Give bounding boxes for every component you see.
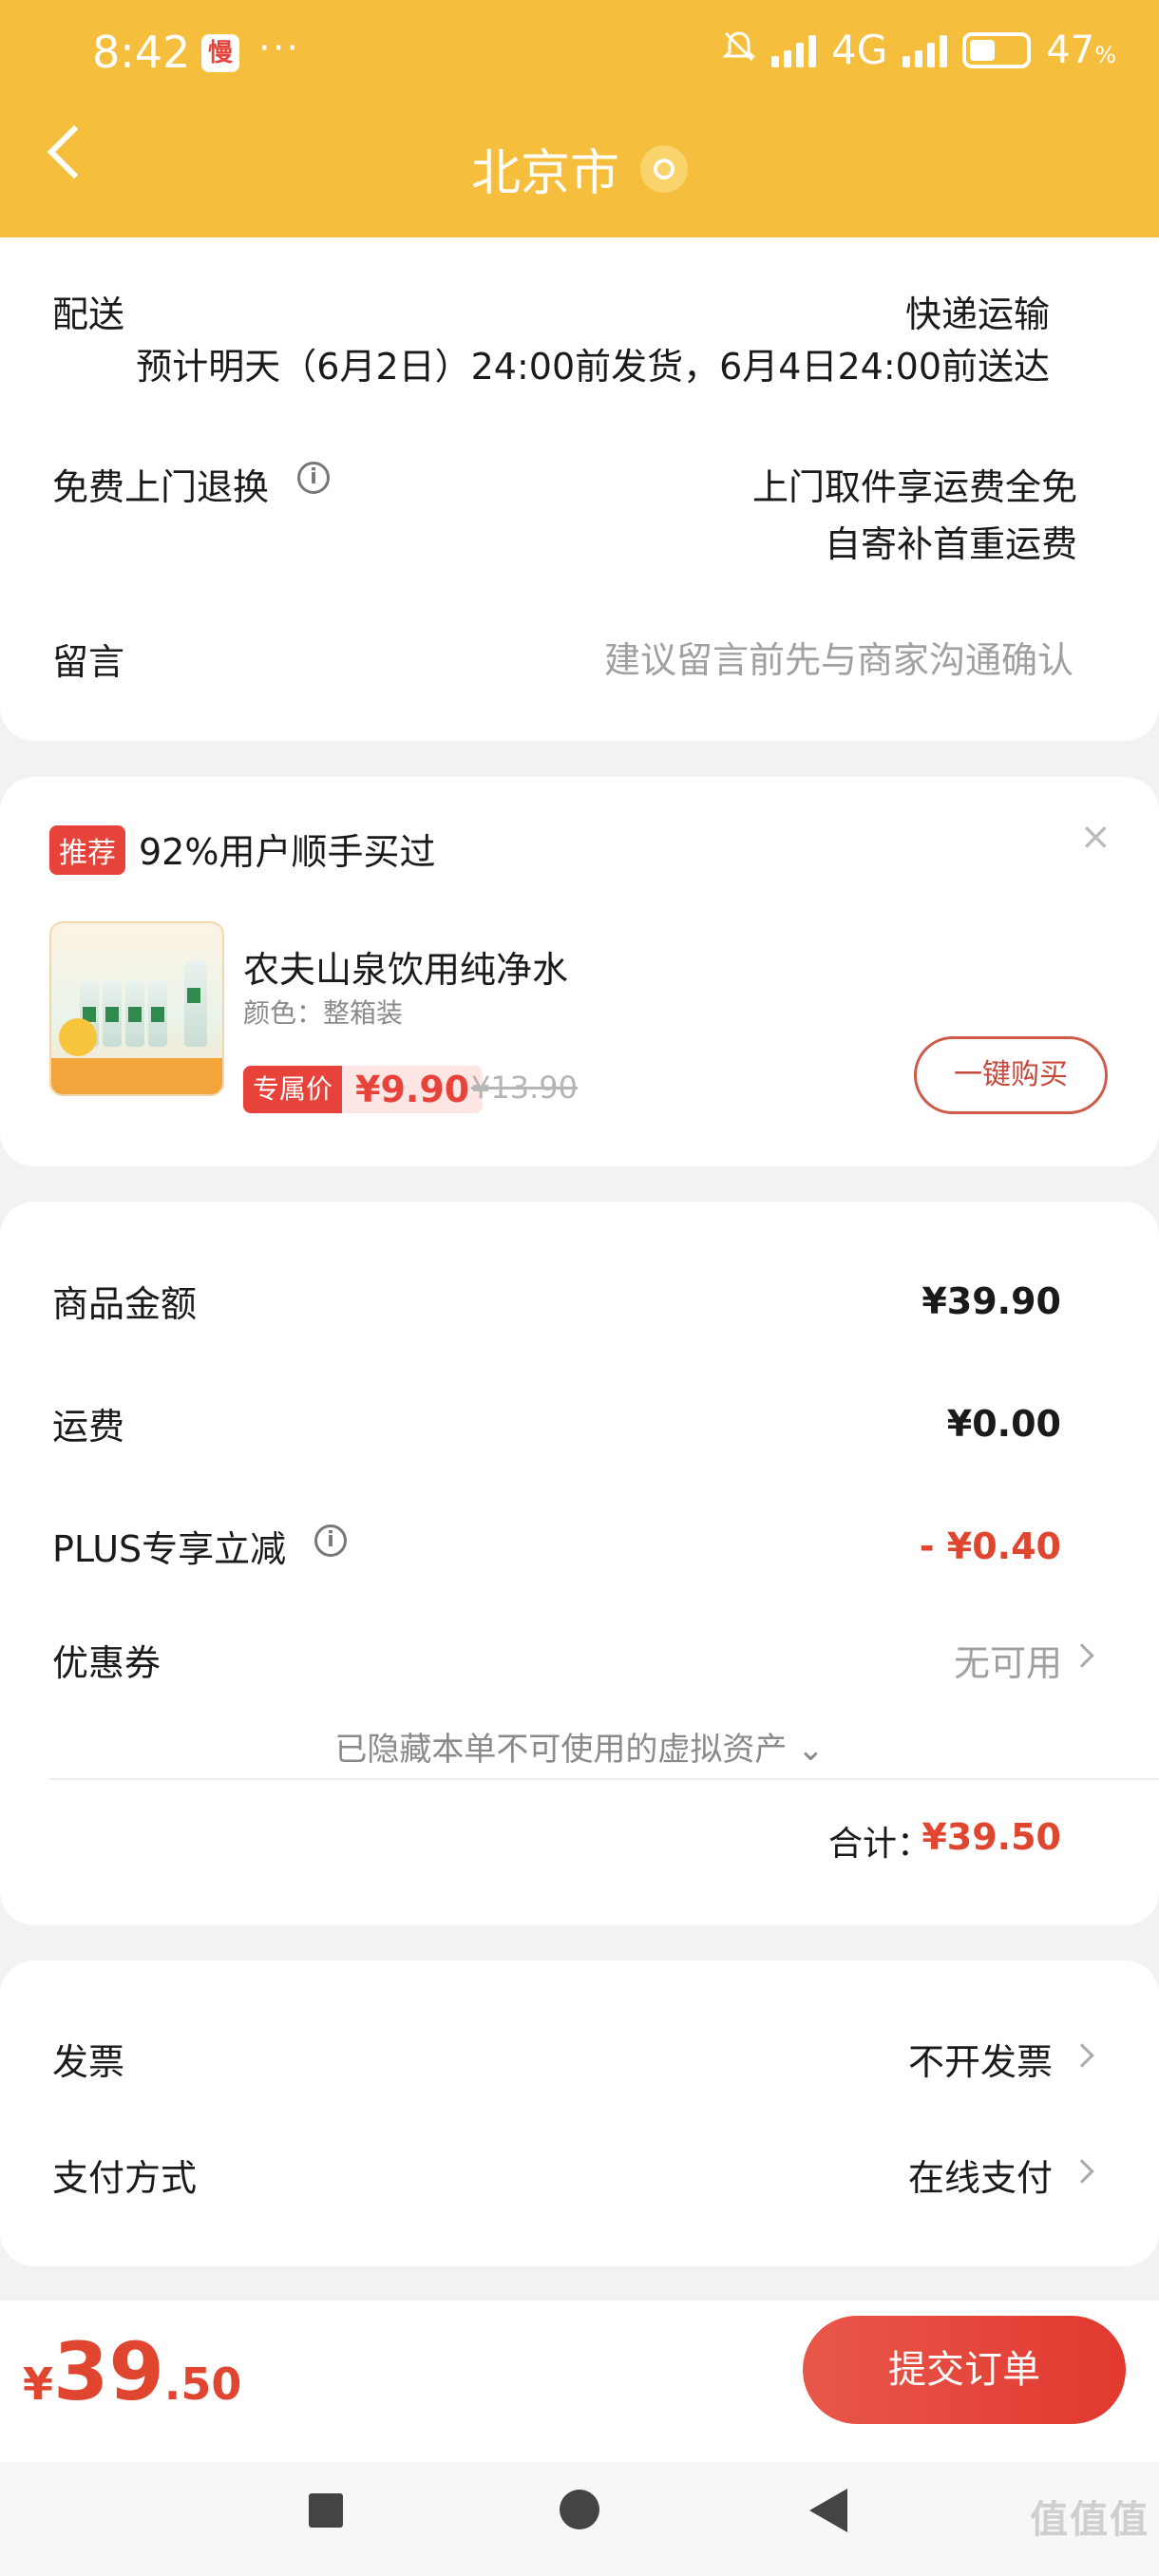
total-label: 合计： [827, 1825, 931, 1864]
submit-order-button[interactable]: 提交订单 [803, 2316, 1126, 2424]
message-label: 留言 [52, 641, 125, 683]
return-line2: 自寄补首重运费 [824, 523, 1077, 565]
coupon-value[interactable]: 无可用 [954, 1634, 1062, 1686]
divider [49, 1778, 1159, 1780]
battery-icon [962, 31, 1032, 68]
mute-icon [722, 27, 756, 73]
signal-icon-2 [902, 33, 948, 67]
goods-amount-label: 商品金额 [52, 1283, 198, 1325]
invoice-label: 发票 [52, 2041, 125, 2083]
product-name[interactable]: 农夫山泉饮用纯净水 [243, 940, 568, 993]
back-icon[interactable] [809, 2489, 847, 2532]
status-indicators: 4G 47% [722, 27, 1116, 73]
price-label: 专属价 [243, 1066, 343, 1113]
payment-label: 支付方式 [52, 2157, 198, 2199]
shipping-label: 运费 [52, 1406, 125, 1448]
total-value: ¥39.50 [922, 1816, 1061, 1858]
original-price: ¥13.90 [471, 1070, 578, 1106]
notification-app-icon: 慢 [201, 34, 239, 72]
page-title: 北京市 [0, 133, 1159, 204]
recent-apps-icon[interactable] [309, 2493, 343, 2528]
hidden-assets-toggle[interactable]: 已隐藏本单不可使用的虚拟资产 ⌄ [0, 1723, 1159, 1770]
more-notifications-icon: ··· [258, 27, 301, 70]
home-icon[interactable] [560, 2490, 599, 2529]
coupon-label: 优惠券 [52, 1642, 162, 1684]
product-spec: 颜色：整箱装 [243, 997, 404, 1029]
recommend-tag: 推荐 [49, 825, 125, 875]
goods-amount-value: ¥39.90 [922, 1280, 1061, 1322]
shipping-value: ¥0.00 [946, 1403, 1061, 1445]
one-click-buy-button[interactable]: 一键购买 [914, 1036, 1108, 1114]
status-time: 8:42 [92, 27, 191, 78]
return-line1: 上门取件享运费全免 [751, 466, 1077, 508]
delivery-label: 配送 [52, 294, 125, 335]
info-icon[interactable]: i [297, 462, 330, 494]
plus-discount-value: - ¥0.40 [919, 1525, 1061, 1567]
delivery-estimate: 预计明天（6月2日）24:00前发货，6月4日24:00前送达 [136, 346, 1050, 388]
battery-percent: 47% [1046, 28, 1116, 72]
invoice-value[interactable]: 不开发票 [908, 2033, 1053, 2085]
network-type: 4G [831, 27, 888, 73]
info-icon[interactable]: i [314, 1525, 347, 1557]
location-icon[interactable] [640, 144, 688, 193]
delivery-method[interactable]: 快递运输 [905, 285, 1050, 337]
product-thumbnail[interactable] [49, 921, 224, 1096]
plus-discount-label: PLUS专享立减 [52, 1528, 287, 1570]
signal-icon [771, 33, 816, 67]
exclusive-price: 专属价 ¥9.90 [243, 1066, 484, 1113]
free-return-label: 免费上门退换 [52, 466, 270, 508]
options-card [0, 1960, 1159, 2266]
watermark: 值值值 [1030, 2498, 1150, 2542]
city-title: 北京市 [470, 145, 619, 202]
close-icon[interactable]: × [1079, 815, 1112, 859]
payment-value[interactable]: 在线支付 [908, 2149, 1053, 2201]
price-value: ¥9.90 [355, 1069, 470, 1110]
recommend-title: 92%用户顺手买过 [139, 831, 436, 873]
checkout-total: ¥39.50 [23, 2325, 242, 2418]
message-input[interactable]: 建议留言前先与商家沟通确认 [604, 631, 1074, 683]
